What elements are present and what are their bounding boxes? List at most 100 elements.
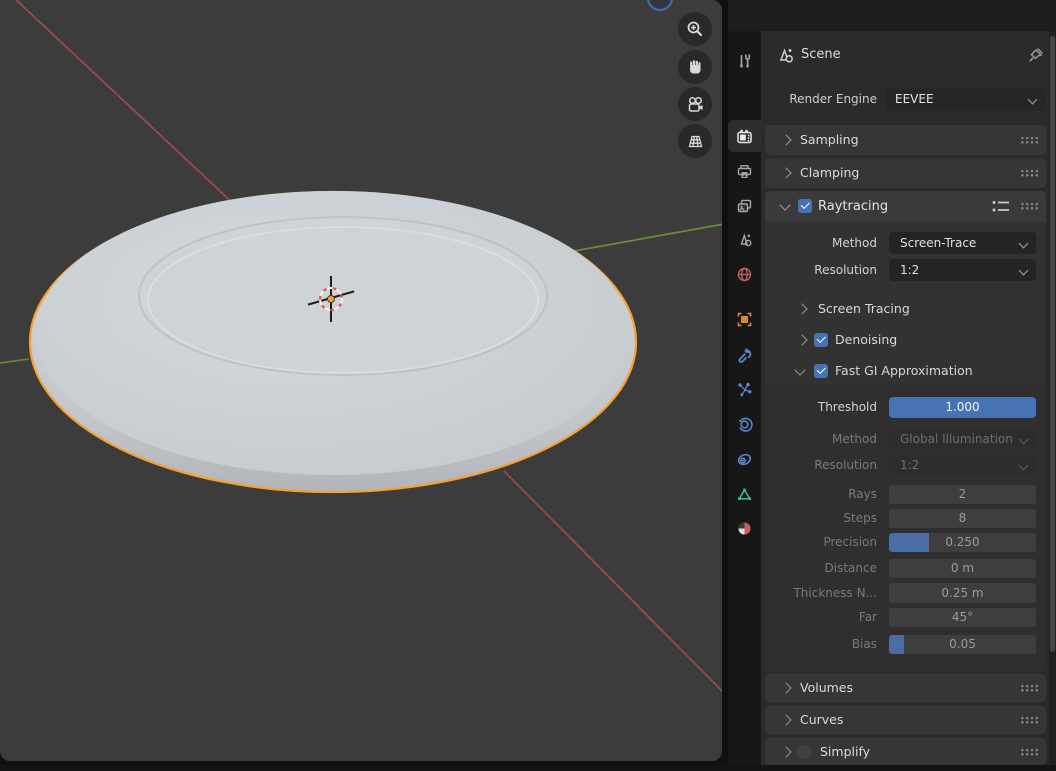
rays-value: 2 <box>959 487 967 501</box>
section-clamping[interactable]: Clamping <box>765 158 1046 188</box>
axis-y-line <box>0 359 29 363</box>
camera-view-button[interactable] <box>678 87 712 121</box>
drag-grip-icon[interactable] <box>1020 202 1039 210</box>
method-label: Method <box>765 232 877 254</box>
drag-grip-icon[interactable] <box>1020 169 1039 177</box>
tab-world[interactable] <box>728 259 761 289</box>
render-engine-label: Render Engine <box>765 88 877 111</box>
gi-method-value: Global Illumination <box>900 432 1013 446</box>
grid-toggle-button[interactable] <box>678 124 712 158</box>
scene-icon <box>736 231 753 248</box>
drag-grip-icon[interactable] <box>1020 716 1039 724</box>
pan-button[interactable] <box>678 50 712 84</box>
render-icon <box>736 128 753 145</box>
plate-object[interactable] <box>30 191 636 492</box>
steps-field[interactable]: 8 <box>889 509 1036 528</box>
particles-icon <box>736 381 753 398</box>
subsection-screen-tracing[interactable]: Screen Tracing <box>818 298 910 320</box>
physics-orbit-icon <box>736 416 753 433</box>
thickness-field[interactable]: 0.25 m <box>889 583 1036 603</box>
tab-particles[interactable] <box>728 374 761 404</box>
section-volumes[interactable]: Volumes <box>765 674 1046 702</box>
bias-slider[interactable]: 0.05 <box>889 635 1036 654</box>
denoising-checkbox[interactable] <box>814 333 828 347</box>
far-field[interactable]: 45° <box>889 608 1036 627</box>
zoom-button[interactable] <box>678 12 712 46</box>
render-engine-value: EEVEE <box>895 92 934 106</box>
far-value: 45° <box>952 610 973 624</box>
tab-object[interactable] <box>728 304 761 334</box>
properties-tab-strip <box>728 31 761 771</box>
gi-resolution-value: 1:2 <box>900 458 919 472</box>
subsection-fast-gi[interactable]: Fast GI Approximation <box>835 360 973 382</box>
subsection-denoising[interactable]: Denoising <box>835 329 897 351</box>
axis-y-line <box>563 224 722 253</box>
tab-material[interactable] <box>728 513 761 543</box>
properties-editor-header <box>728 0 1056 31</box>
section-sampling[interactable]: Sampling <box>765 125 1046 155</box>
tab-view-layer[interactable] <box>728 191 761 221</box>
tab-tool[interactable] <box>728 45 761 75</box>
world-globe-icon <box>736 266 753 283</box>
blender-window: Scene Render Engine EEVEE Sampling Clamp… <box>0 0 1056 771</box>
object-origin-dot <box>327 295 335 303</box>
hand-icon <box>686 58 704 76</box>
scene-breadcrumb-icon <box>775 45 795 65</box>
chevron-right-icon <box>780 746 791 757</box>
chevron-down-icon <box>1019 460 1029 470</box>
3d-viewport[interactable] <box>0 0 722 761</box>
chevron-down-icon <box>1019 265 1029 275</box>
thickness-value: 0.25 m <box>941 586 983 600</box>
presets-list-icon[interactable] <box>991 199 1011 214</box>
printer-icon <box>736 163 753 180</box>
simplify-checkbox[interactable] <box>797 745 811 759</box>
camera-icon <box>686 95 705 114</box>
pin-icon[interactable] <box>1027 46 1045 64</box>
gi-resolution-dropdown[interactable]: 1:2 <box>889 455 1036 475</box>
material-sphere-icon <box>736 520 753 537</box>
tab-scene[interactable] <box>728 224 761 254</box>
precision-slider[interactable]: 0.250 <box>889 533 1036 552</box>
threshold-slider[interactable]: 1.000 <box>889 397 1036 418</box>
raytracing-checkbox[interactable] <box>798 199 812 213</box>
tab-constraints[interactable] <box>728 444 761 474</box>
section-label: Raytracing <box>818 191 888 222</box>
tab-modifiers[interactable] <box>728 339 761 369</box>
chevron-right-icon <box>780 714 791 725</box>
resolution-dropdown[interactable]: 1:2 <box>889 259 1036 281</box>
gi-method-dropdown[interactable]: Global Illumination <box>889 429 1036 450</box>
distance-field[interactable]: 0 m <box>889 559 1036 578</box>
scrollbar-thumb[interactable] <box>1050 36 1055 652</box>
images-stack-icon <box>736 198 753 215</box>
editor-bottom-edge <box>0 765 1056 771</box>
chevron-right-icon <box>780 682 791 693</box>
tab-render[interactable] <box>728 120 761 152</box>
tool-icon <box>736 52 753 69</box>
object-icon <box>736 311 753 328</box>
tab-output[interactable] <box>728 156 761 186</box>
distance-value: 0 m <box>951 561 974 575</box>
rays-label: Rays <box>765 485 877 504</box>
distance-label: Distance <box>765 559 877 578</box>
section-curves[interactable]: Curves <box>765 706 1046 734</box>
steps-label: Steps <box>765 509 877 528</box>
section-label: Simplify <box>820 738 870 766</box>
drag-grip-icon[interactable] <box>1020 136 1039 144</box>
render-engine-dropdown[interactable]: EEVEE <box>885 88 1045 111</box>
drag-grip-icon[interactable] <box>1020 684 1039 692</box>
section-simplify[interactable]: Simplify <box>765 738 1046 766</box>
section-label: Volumes <box>800 674 853 702</box>
tab-object-data[interactable] <box>728 479 761 509</box>
gi-resolution-label: Resolution <box>765 455 877 475</box>
drag-grip-icon[interactable] <box>1020 748 1039 756</box>
fast-gi-checkbox[interactable] <box>814 364 828 378</box>
section-label: Clamping <box>800 158 859 188</box>
chevron-right-icon <box>780 167 791 178</box>
rays-field[interactable]: 2 <box>889 485 1036 504</box>
breadcrumb[interactable]: Scene <box>801 45 841 65</box>
steps-value: 8 <box>959 511 967 525</box>
tab-physics[interactable] <box>728 409 761 439</box>
bias-value: 0.05 <box>949 637 976 651</box>
method-dropdown[interactable]: Screen-Trace <box>889 232 1036 254</box>
far-label: Far <box>765 608 877 627</box>
